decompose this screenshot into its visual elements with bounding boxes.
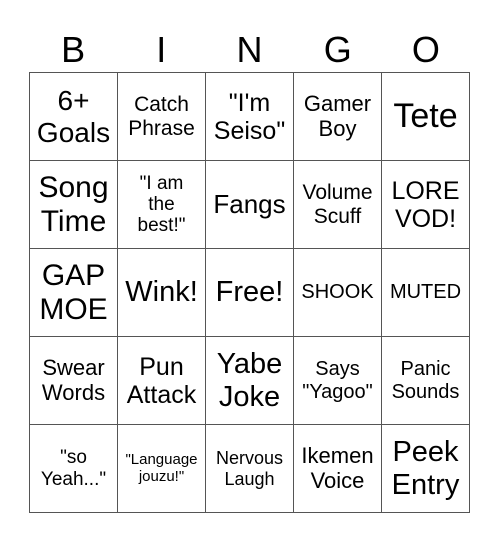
cell-label: MUTED (389, 281, 462, 304)
cell-label: Gamer Boy (303, 90, 372, 141)
bingo-cell[interactable]: MUTED (382, 249, 470, 337)
cell-label: "I'm Seiso" (213, 88, 286, 145)
bingo-cell[interactable]: Swear Words (30, 337, 118, 425)
bingo-cell[interactable]: Catch Phrase (118, 73, 206, 161)
bingo-cell[interactable]: 6+ Goals (30, 73, 118, 161)
header-letter-g: G (323, 29, 352, 70)
cell-label: Tete (393, 97, 458, 136)
bingo-cell[interactable]: GAP MOE (30, 249, 118, 337)
cell-label: Yabe Joke (216, 348, 283, 413)
bingo-cell[interactable]: SHOOK (294, 249, 382, 337)
bingo-cell[interactable]: "I am the best!" (118, 161, 206, 249)
bingo-cell[interactable]: "I'm Seiso" (206, 73, 294, 161)
cell-label: 6+ Goals (36, 85, 111, 148)
cell-label: "Language jouzu!" (125, 450, 198, 485)
bingo-cell[interactable]: Song Time (30, 161, 118, 249)
bingo-cell[interactable]: Panic Sounds (382, 337, 470, 425)
bingo-cell[interactable]: Tete (382, 73, 470, 161)
bingo-cell[interactable]: Nervous Laugh (206, 425, 294, 513)
cell-label: Nervous Laugh (215, 448, 284, 489)
cell-label: Fangs (213, 188, 286, 219)
cell-label: "so Yeah..." (40, 447, 107, 490)
cell-label: "I am the best!" (137, 172, 186, 237)
bingo-cell[interactable]: Pun Attack (118, 337, 206, 425)
bingo-cell[interactable]: LORE VOD! (382, 161, 470, 249)
bingo-cell[interactable]: Says "Yagoo" (294, 337, 382, 425)
cell-label: Wink! (125, 276, 198, 309)
cell-label: SHOOK (301, 281, 374, 304)
header-letter-i: I (156, 29, 167, 70)
bingo-cell[interactable]: Wink! (118, 249, 206, 337)
header-letter-b: B (61, 29, 86, 70)
bingo-cell[interactable]: "so Yeah..." (30, 425, 118, 513)
bingo-cell[interactable]: Volume Scuff (294, 161, 382, 249)
bingo-cell[interactable]: Gamer Boy (294, 73, 382, 161)
free-space-cell[interactable]: Free! (206, 249, 294, 337)
cell-label: Panic Sounds (391, 358, 460, 403)
bingo-cell[interactable]: Ikemen Voice (294, 425, 382, 513)
cell-label: Ikemen Voice (301, 442, 374, 493)
cell-label: LORE VOD! (391, 176, 460, 233)
header-letter-n: N (236, 29, 263, 70)
cell-label: Says "Yagoo" (302, 358, 373, 403)
cell-label: Volume Scuff (302, 180, 373, 228)
bingo-cell[interactable]: "Language jouzu!" (118, 425, 206, 513)
header-letter-o: O (411, 29, 440, 70)
cell-label: GAP MOE (39, 258, 108, 326)
bingo-header: B I N G O (29, 28, 470, 72)
bingo-cell[interactable]: Peek Entry (382, 425, 470, 513)
cell-label: Swear Words (41, 354, 106, 405)
bingo-grid: 6+ Goals Catch Phrase "I'm Seiso" Gamer … (29, 72, 470, 513)
cell-label: Free! (215, 276, 284, 309)
cell-label: Pun Attack (126, 352, 197, 409)
bingo-cell[interactable]: Fangs (206, 161, 294, 249)
bingo-cell[interactable]: Yabe Joke (206, 337, 294, 425)
cell-label: Peek Entry (391, 436, 460, 501)
cell-label: Song Time (38, 170, 109, 238)
cell-label: Catch Phrase (128, 92, 195, 140)
